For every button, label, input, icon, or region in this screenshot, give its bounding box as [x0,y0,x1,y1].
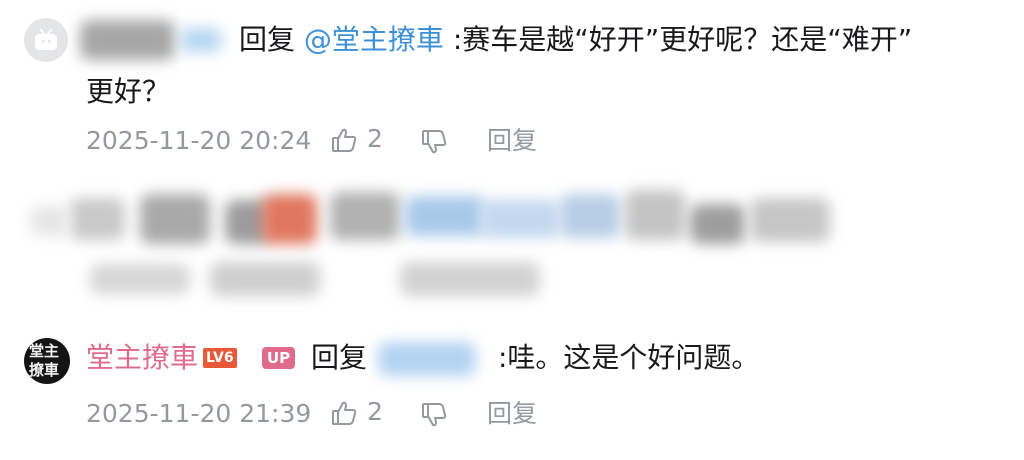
like-icon[interactable] [330,399,358,427]
avatar[interactable] [24,18,68,62]
like-icon[interactable] [330,126,358,154]
blurred-mention[interactable] [378,342,476,376]
redacted-block [690,204,745,244]
like-count: 2 [367,397,383,426]
redacted-block [330,192,400,240]
redacted-block [625,190,685,240]
dislike-icon[interactable] [420,128,448,156]
comment-text: :哇。这是个好问题。 [498,341,760,374]
redacted-block [262,194,317,244]
bilibili-tv-icon [33,27,59,53]
redacted-block [405,196,485,236]
timestamp: 2025-11-20 21:39 [86,399,312,428]
redacted-block [210,262,320,296]
avatar[interactable]: 堂主撩車 [24,338,70,384]
reply-label: 回复 [239,23,296,56]
comment-2: 堂主撩車 堂主撩車 LV6 UP 回复 :哇。这是个好问题。 2025-11-2… [0,320,1024,460]
comment-text-line-2: 更好？ [86,75,171,108]
redacted-block [480,200,560,238]
redacted-block [90,264,190,294]
reply-label: 回复 [311,341,368,374]
blurred-username[interactable] [80,20,175,60]
timestamp: 2025-11-20 20:24 [86,126,312,155]
up-badge: UP [262,347,296,369]
comment-1: 回复 @堂主撩車 :赛车是越“好开”更好呢？还是“难开” 更好？ 2025-11… [0,0,1024,170]
avatar-calligraphy: 堂主撩車 [29,342,60,379]
comment-text-line-1: 回复 @堂主撩車 :赛车是越“好开”更好呢？还是“难开” [239,20,912,60]
redacted-block [750,198,830,242]
reply-button[interactable]: 回复 [487,399,537,429]
reply-button[interactable]: 回复 [487,126,537,156]
redacted-block [70,198,125,240]
comment-header: 堂主撩車 [86,338,198,378]
redacted-block [30,206,70,236]
level-badge: LV6 [203,348,237,368]
redacted-block [140,194,210,244]
blurred-username-tail [180,28,222,52]
username[interactable]: 堂主撩車 [86,341,198,374]
redacted-comment [0,180,1024,310]
redacted-block [560,194,620,238]
dislike-icon[interactable] [420,401,448,429]
like-count: 2 [367,124,383,153]
mention-link[interactable]: @堂主撩車 [304,23,444,56]
comment-text: :赛车是越“好开”更好呢？还是“难开” [452,23,913,56]
redacted-block [400,262,540,296]
